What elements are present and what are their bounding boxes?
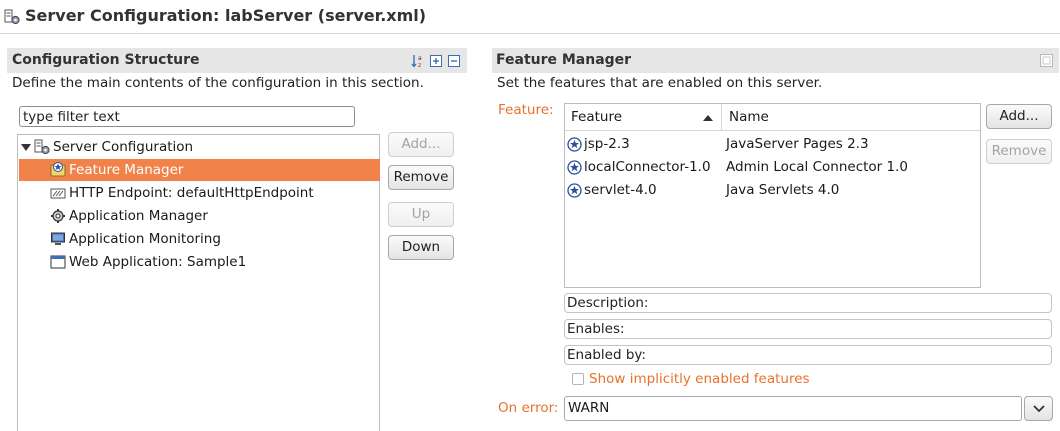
tree-item-label: Application Manager: [69, 208, 208, 224]
tree-down-button[interactable]: Down: [388, 235, 454, 260]
show-implicit-checkbox[interactable]: [572, 373, 584, 385]
chevron-down-icon: [1033, 405, 1045, 413]
expand-all-icon[interactable]: [430, 55, 442, 67]
table-row[interactable]: localConnector-1.0 Admin Local Connector…: [567, 156, 908, 178]
name-cell: Admin Local Connector 1.0: [726, 159, 908, 175]
sort-ascending-icon: [703, 115, 713, 121]
tree-remove-button[interactable]: Remove: [388, 165, 454, 190]
feature-table[interactable]: Feature Name jsp-2.3 JavaServer Pages 2.…: [564, 103, 981, 288]
name-cell: Java Servlets 4.0: [726, 182, 840, 198]
name-cell: JavaServer Pages 2.3: [726, 136, 869, 152]
feature-cell: jsp-2.3: [584, 136, 630, 152]
tree-item-server-configuration[interactable]: Server Configuration: [20, 136, 193, 158]
on-error-dropdown-button[interactable]: [1024, 396, 1053, 421]
web-app-icon: [50, 255, 66, 269]
tree-item-label: Application Monitoring: [69, 231, 221, 247]
configuration-tree[interactable]: Server Configuration Feature Manager HTT…: [17, 134, 380, 431]
server-config-icon: [34, 139, 50, 155]
configuration-structure-header: Configuration Structure a z: [7, 48, 467, 73]
tree-item-application-monitoring[interactable]: Application Monitoring: [50, 228, 221, 250]
server-config-icon: [4, 9, 20, 25]
section-title: Feature Manager: [496, 52, 632, 68]
maximize-section-icon[interactable]: [1040, 54, 1053, 67]
page-title: Server Configuration: labServer (server.…: [25, 6, 427, 25]
svg-text:a: a: [418, 55, 422, 62]
column-header-name[interactable]: Name: [729, 109, 769, 125]
feature-add-button[interactable]: Add...: [986, 104, 1052, 129]
feature-cell: localConnector-1.0: [584, 159, 711, 175]
tree-item-label: Server Configuration: [53, 139, 194, 155]
feature-manager-header: Feature Manager: [492, 48, 1059, 73]
svg-text:z: z: [418, 62, 421, 68]
tree-item-label: Web Application: Sample1: [69, 254, 247, 270]
table-row[interactable]: jsp-2.3 JavaServer Pages 2.3: [567, 133, 869, 155]
tree-item-feature-manager[interactable]: Feature Manager: [19, 159, 380, 181]
expand-triangle-icon[interactable]: [20, 141, 32, 153]
feature-remove-button[interactable]: Remove: [986, 139, 1052, 164]
description-field: Description:: [564, 293, 1052, 313]
tree-item-application-manager[interactable]: Application Manager: [50, 205, 208, 227]
column-header-feature[interactable]: Feature: [571, 109, 622, 125]
section-description: Define the main contents of the configur…: [12, 75, 424, 91]
feature-label: Feature:: [498, 102, 554, 118]
column-separator[interactable]: [721, 104, 722, 131]
on-error-label: On error:: [498, 400, 559, 416]
feature-star-icon: [567, 159, 582, 175]
table-row[interactable]: servlet-4.0 Java Servlets 4.0: [567, 179, 839, 201]
table-header: Feature Name: [565, 104, 980, 131]
http-endpoint-icon: [50, 188, 66, 199]
feature-star-icon: [567, 182, 582, 198]
enabled-by-field: Enabled by:: [564, 345, 1052, 365]
collapse-all-icon[interactable]: [448, 55, 460, 67]
sort-alpha-icon[interactable]: a z: [411, 54, 426, 68]
tree-item-web-application[interactable]: Web Application: Sample1: [50, 251, 246, 273]
feature-cell: servlet-4.0: [584, 182, 657, 198]
editor-title-bar: Server Configuration: labServer (server.…: [0, 0, 1060, 34]
feature-manager-icon: [50, 162, 66, 177]
section-title: Configuration Structure: [12, 52, 200, 68]
tree-filter-input[interactable]: [19, 106, 355, 127]
monitor-icon: [51, 232, 65, 245]
tree-add-button[interactable]: Add...: [388, 132, 454, 157]
feature-star-icon: [567, 136, 582, 152]
section-description: Set the features that are enabled on thi…: [497, 75, 823, 91]
tree-up-button[interactable]: Up: [388, 202, 454, 227]
enables-field: Enables:: [564, 319, 1052, 339]
show-implicit-label[interactable]: Show implicitly enabled features: [589, 371, 810, 387]
tree-item-label: Feature Manager: [69, 162, 184, 178]
on-error-select[interactable]: WARN: [564, 396, 1022, 421]
tree-item-http-endpoint[interactable]: HTTP Endpoint: defaultHttpEndpoint: [50, 182, 314, 204]
gear-icon: [51, 209, 65, 223]
tree-item-label: HTTP Endpoint: defaultHttpEndpoint: [69, 185, 314, 201]
